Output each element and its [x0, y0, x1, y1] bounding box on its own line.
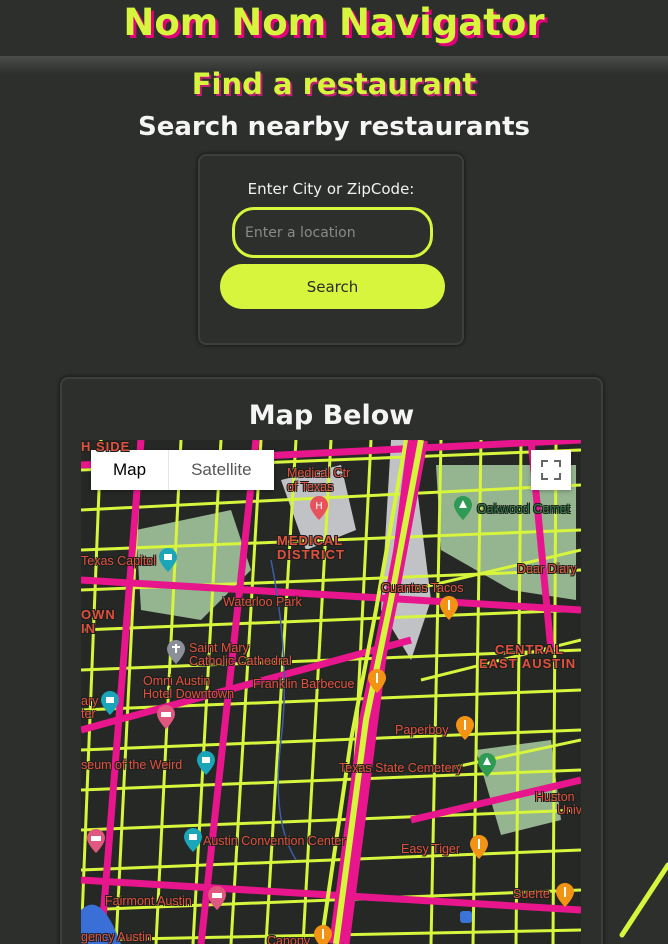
map-label-texas-cemetery: Texas State Cemetery	[339, 761, 462, 775]
search-subtitle: Search nearby restaurants	[137, 112, 531, 142]
church-pin-icon[interactable]	[167, 640, 185, 664]
map-label-own: OWN	[81, 607, 116, 622]
map-label-of-texas: of Texas	[287, 480, 334, 494]
transit-pin-icon[interactable]	[457, 908, 475, 932]
hospital-pin-icon[interactable]: H	[310, 496, 328, 520]
map-label-convention: Austin Convention Center	[203, 834, 346, 848]
map-label-south-side: H SIDE	[81, 440, 131, 454]
museum-pin-icon[interactable]	[159, 548, 177, 572]
map-label-fairmont: Fairmont Austin	[105, 894, 192, 908]
app-header: Nom Nom Navigator	[0, 0, 668, 56]
map-label-waterloo-park: Waterloo Park	[223, 595, 302, 609]
map-viewport[interactable]: Map Satellite H SIDE Medical Ctr of Texa…	[81, 440, 581, 944]
map-label-texas-capitol: Texas Capitol	[81, 554, 157, 568]
map-label-medical-district-2: DISTRICT	[277, 547, 345, 562]
map-type-control: Map Satellite	[91, 450, 274, 490]
hotel-pin-icon[interactable]	[87, 829, 105, 853]
map-label-central-east-1: CENTRAL	[495, 642, 565, 657]
map-label-museum-weird: seum of the Weird	[81, 758, 183, 772]
map-type-satellite-button[interactable]: Satellite	[168, 450, 274, 490]
map-label-huston-2: Univ	[557, 803, 581, 817]
search-button[interactable]: Search	[220, 264, 445, 309]
map-label-dear-diary: Dear Diary	[517, 562, 577, 576]
hotel-pin-icon[interactable]	[157, 705, 175, 729]
map-type-map-button[interactable]: Map	[91, 450, 169, 490]
map-label-gency: gency Austin	[81, 930, 152, 944]
map-label-canopy: Canopy	[267, 934, 311, 944]
map-label-omni-2: Hotel Downtown	[143, 687, 235, 701]
decorative-stroke	[619, 862, 668, 938]
restaurant-pin-icon[interactable]	[314, 925, 332, 944]
restaurant-pin-icon[interactable]	[368, 669, 386, 693]
fullscreen-icon	[541, 460, 561, 480]
restaurant-pin-icon[interactable]	[470, 835, 488, 859]
restaurant-pin-icon[interactable]	[456, 716, 474, 740]
map-label-franklin: Franklin Barbecue	[253, 677, 355, 691]
map-label-medical-district-1: MEDICAL	[277, 533, 344, 548]
map-label-huston-1: Huston	[535, 790, 575, 804]
app-title: Nom Nom Navigator	[123, 1, 545, 44]
find-restaurant-heading: Find a restaurant	[191, 67, 477, 101]
fullscreen-button[interactable]	[531, 450, 571, 490]
restaurant-pin-icon[interactable]	[556, 883, 574, 907]
map-label-paperboy: Paperboy	[395, 723, 449, 737]
map-label-ary: ary	[81, 694, 99, 708]
museum-pin-icon[interactable]	[184, 828, 202, 852]
map-label-saint-mary-1: Saint Mary	[189, 641, 249, 655]
map-label-suerte: Suerte	[513, 887, 550, 901]
map-label-ter: ter	[81, 707, 96, 721]
map-label-omni-1: Omni Austin	[143, 674, 211, 688]
museum-pin-icon[interactable]	[197, 751, 215, 775]
map-label-easy-tiger: Easy Tiger	[401, 842, 461, 856]
map-label-saint-mary-2: Catholic Cathedral	[189, 654, 292, 668]
location-input[interactable]	[232, 207, 433, 258]
svg-text:H: H	[315, 501, 323, 512]
map-title: Map Below	[248, 400, 415, 431]
map-label-medical-ctr: Medical Ctr	[287, 466, 351, 480]
restaurant-pin-icon[interactable]	[440, 596, 458, 620]
park-pin-icon[interactable]	[454, 496, 472, 520]
museum-pin-icon[interactable]	[101, 691, 119, 715]
map-label-oakwood: Oakwood Cemet	[477, 502, 571, 516]
search-card: Enter City or ZipCode: Search	[198, 154, 464, 345]
map-label-central-east-2: EAST AUSTIN	[479, 656, 577, 671]
hotel-pin-icon[interactable]	[208, 886, 226, 910]
map-label-cuantos-tacos: Cuantos Tacos	[381, 581, 464, 595]
location-label: Enter City or ZipCode:	[247, 180, 415, 198]
map-label-in: IN	[81, 621, 96, 636]
park-pin-icon[interactable]	[478, 753, 496, 777]
